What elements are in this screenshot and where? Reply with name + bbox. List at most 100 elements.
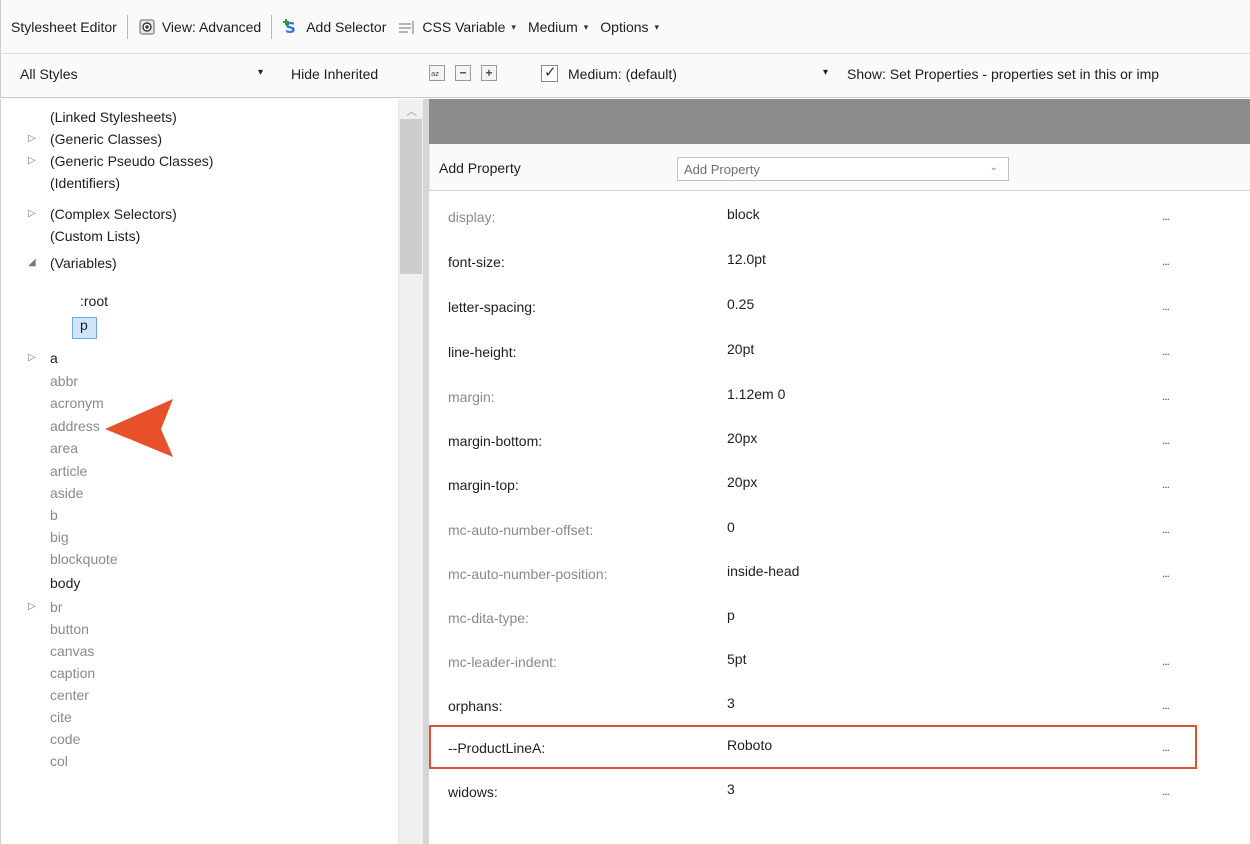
property-value[interactable]: 20px [727, 474, 757, 490]
property-row[interactable]: mc-auto-number-position: inside-head... [429, 552, 1250, 596]
property-row[interactable]: margin-top: 20px... [429, 463, 1250, 507]
tree-item-label: (Generic Classes) [50, 131, 163, 147]
chevron-down-icon: ⌄ [989, 162, 998, 173]
more-options-button[interactable]: ... [1162, 698, 1170, 712]
editor-title-label: Stylesheet Editor [11, 19, 117, 35]
styles-filter-dropdown[interactable]: All Styles [20, 66, 78, 82]
toolbar-separator [126, 15, 128, 39]
property-value[interactable]: 3 [727, 695, 735, 711]
add-property-combobox[interactable]: Add Property ⌄ [677, 157, 1009, 181]
property-row[interactable]: margin-bottom: 20px... [429, 419, 1250, 463]
add-selector-label: Add Selector [306, 19, 387, 35]
property-row[interactable]: margin: 1.12em 0... [429, 375, 1250, 419]
property-name: margin-bottom: [448, 433, 543, 449]
show-properties-select[interactable]: Show: Set Properties - properties set in… [847, 66, 1159, 82]
tree-item-label: (Identifiers) [50, 175, 121, 191]
expand-triangle-icon[interactable]: ▷ [28, 128, 36, 150]
property-value[interactable]: inside-head [727, 563, 799, 579]
property-name: mc-leader-indent: [448, 654, 557, 670]
properties-panel: Add Property Add Property ⌄ display: bloc… [429, 99, 1250, 844]
tree-item-label: acronym [50, 395, 104, 411]
expand-triangle-icon[interactable]: ▷ [28, 203, 36, 225]
callout-highlight-box [429, 725, 1197, 769]
property-name: line-height: [448, 344, 517, 360]
expand-triangle-icon[interactable]: ▷ [28, 347, 36, 369]
expand-triangle-icon[interactable]: ▷ [28, 150, 36, 172]
property-value[interactable]: 12.0pt [727, 251, 766, 267]
hide-inherited-button[interactable]: Hide Inherited [291, 66, 378, 82]
property-value[interactable]: 3 [727, 781, 735, 797]
css-variable-icon [398, 18, 416, 36]
chevron-down-icon: ▾ [654, 21, 660, 32]
css-variable-menu[interactable]: CSS Variable ▾ [392, 8, 522, 46]
scroll-up-icon[interactable]: ︿ [406, 103, 417, 119]
tree-item-label: caption [50, 665, 96, 681]
property-value[interactable]: 0 [727, 519, 735, 535]
chevron-down-icon[interactable]: ▾ [258, 67, 263, 78]
view-toggle-group: az [429, 65, 497, 81]
tree-scrollbar[interactable]: ︿ [398, 99, 423, 844]
property-name: orphans: [448, 698, 503, 714]
property-row[interactable]: mc-auto-number-offset: 0... [429, 508, 1250, 552]
more-options-button[interactable]: ... [1162, 566, 1170, 580]
view-eye-icon [138, 18, 156, 36]
property-row[interactable]: line-height: 20pt... [429, 330, 1250, 374]
chevron-down-icon[interactable]: ▾ [823, 67, 828, 78]
property-row[interactable]: display: block... [429, 195, 1250, 239]
more-options-button[interactable]: ... [1162, 209, 1170, 223]
property-value[interactable]: 5pt [727, 651, 746, 667]
medium-select[interactable]: Medium: (default) [568, 66, 677, 82]
property-value[interactable]: 20px [727, 430, 757, 446]
tree-item-label: button [50, 621, 89, 637]
more-options-button[interactable]: ... [1162, 344, 1170, 358]
more-options-button[interactable]: ... [1162, 522, 1170, 536]
add-selector-button[interactable]: S Add Selector [276, 8, 392, 46]
property-value[interactable]: 1.12em 0 [727, 386, 785, 402]
view-advanced-button[interactable]: View: Advanced [132, 8, 267, 46]
tree-item-label: p [80, 317, 88, 333]
more-options-button[interactable]: ... [1162, 299, 1170, 313]
tree-item-label: cite [50, 709, 72, 725]
property-value[interactable]: block [727, 206, 760, 222]
property-name: margin-top: [448, 477, 519, 493]
property-name: display: [448, 209, 496, 225]
svg-text:az: az [431, 70, 439, 78]
tree-item-label: col [50, 753, 68, 769]
property-value[interactable]: 0.25 [727, 296, 754, 312]
scrollbar-thumb[interactable] [400, 119, 422, 274]
options-menu[interactable]: Options ▾ [594, 8, 665, 46]
property-row[interactable]: mc-dita-type: p [429, 596, 1250, 640]
callout-arrow-icon [105, 399, 173, 457]
sort-alphabetical-icon[interactable]: az [429, 65, 445, 81]
more-options-button[interactable]: ... [1162, 654, 1170, 668]
tree-item-label: a [50, 350, 58, 366]
property-value[interactable]: 20pt [727, 341, 754, 357]
add-selector-icon: S [282, 18, 300, 37]
property-row[interactable]: mc-leader-indent: 5pt... [429, 640, 1250, 684]
more-options-button[interactable]: ... [1162, 784, 1170, 798]
tree-item-label: address [50, 418, 100, 434]
tree-item-label: (Variables) [50, 255, 117, 271]
expand-all-icon[interactable] [481, 65, 497, 81]
property-row[interactable]: letter-spacing: 0.25... [429, 285, 1250, 329]
more-options-button[interactable]: ... [1162, 433, 1170, 447]
checkmark-icon: ✓ [544, 64, 557, 81]
tree-item-label: b [50, 507, 58, 523]
medium-menu[interactable]: Medium ▾ [522, 8, 594, 46]
property-row[interactable]: orphans: 3... [429, 684, 1250, 728]
more-options-button[interactable]: ... [1162, 254, 1170, 268]
property-name: mc-dita-type: [448, 610, 529, 626]
chevron-down-icon: ▾ [511, 21, 516, 32]
add-property-row: Add Property Add Property ⌄ [429, 144, 1250, 191]
collapse-triangle-icon[interactable]: ◢ [28, 252, 36, 274]
tree-item-label: (Generic Pseudo Classes) [50, 153, 214, 169]
property-value[interactable]: p [727, 607, 735, 623]
collapse-all-icon[interactable] [455, 65, 471, 81]
medium-checkbox[interactable]: ✓ [541, 64, 558, 82]
property-row[interactable]: widows: 3... [429, 770, 1250, 814]
property-row[interactable]: font-size: 12.0pt... [429, 240, 1250, 284]
more-options-button[interactable]: ... [1162, 477, 1170, 491]
more-options-button[interactable]: ... [1162, 389, 1170, 403]
property-name: font-size: [448, 254, 505, 270]
expand-triangle-icon[interactable]: ▷ [28, 596, 36, 618]
